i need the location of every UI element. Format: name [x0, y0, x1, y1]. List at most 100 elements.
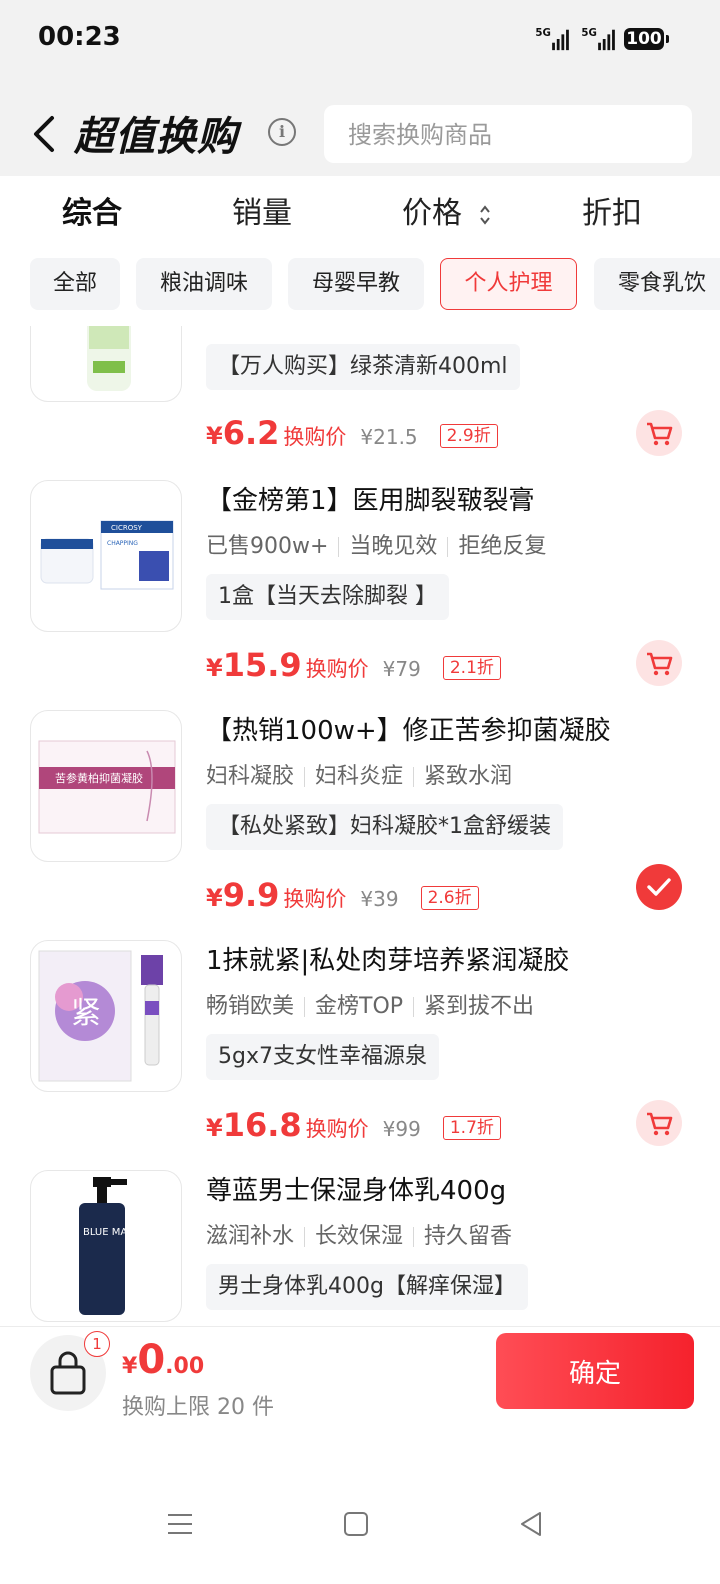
tag: 畅销欧美 [206, 994, 295, 1019]
system-nav-bar [0, 1430, 720, 1584]
tag: 拒绝反复 [458, 534, 547, 559]
tag-divider [413, 997, 415, 1017]
tag-divider [304, 767, 306, 787]
currency-symbol: ¥ [206, 422, 223, 450]
add-to-cart-button[interactable] [636, 640, 682, 686]
price-line: ¥6.2 换购价 ¥21.5 2.9折 [206, 414, 498, 454]
category-bar: 全部 粮油调味 母婴早教 个人护理 零食乳饮 [0, 248, 720, 326]
tag: 长效保湿 [315, 1224, 404, 1249]
price-line: ¥15.9 换购价 ¥79 2.1折 [206, 646, 501, 686]
product-tags: 妇科凝胶 妇科炎症 紧致水润 [206, 758, 512, 790]
cart-icon [647, 1112, 673, 1136]
page-header: 超值换购 i [0, 80, 720, 176]
exchange-price: 9.9 [222, 876, 280, 914]
sort-tab-price-label: 价格 [402, 196, 462, 231]
product-item[interactable]: 【万人购买】绿茶清新400ml ¥6.2 换购价 ¥21.5 2.9折 [0, 326, 720, 460]
confirm-button[interactable]: 确定 [496, 1333, 694, 1409]
price-line: ¥9.9 换购价 ¥39 2.6折 [206, 876, 479, 916]
total-decimal: .00 [165, 1354, 205, 1379]
tag: 已售900w+ [206, 534, 329, 559]
basket-count-badge: 1 [84, 1331, 110, 1357]
category-chip-personal-care[interactable]: 个人护理 [440, 258, 577, 310]
add-to-cart-button[interactable] [636, 1100, 682, 1146]
info-icon[interactable]: i [268, 118, 296, 146]
sort-arrows-icon [479, 204, 490, 225]
status-time: 00:23 [38, 22, 121, 52]
bottle-brand: BLUE MAN [83, 1227, 135, 1238]
product-spec: 男士身体乳400g【解痒保湿】 [206, 1264, 528, 1310]
cart-icon [647, 652, 673, 676]
original-price: ¥39 [360, 887, 399, 911]
tag-divider [338, 537, 340, 557]
price-label: 换购价 [283, 425, 347, 449]
exchange-price: 16.8 [222, 1106, 302, 1144]
signal-5g-icon: 5G [581, 28, 615, 51]
discount-badge: 2.6折 [420, 886, 479, 910]
battery-icon: 100 [624, 28, 669, 50]
tag: 当晚见效 [349, 534, 438, 559]
product-item[interactable]: CICROSY CHAPPING 【金榜第1】医用脚裂皲裂膏 已售900w+ 当晚… [0, 480, 720, 710]
currency-symbol: ¥ [206, 1114, 223, 1142]
category-chip-grain-oil[interactable]: 粮油调味 [136, 258, 272, 310]
menu-icon[interactable] [166, 1510, 194, 1538]
product-spec: 【万人购买】绿茶清新400ml [206, 344, 520, 390]
signal-5g-icon: 5G [535, 28, 569, 51]
search-box[interactable] [324, 105, 692, 165]
product-spec: 5gx7支女性幸福源泉 [206, 1034, 439, 1080]
product-tags: 畅销欧美 金榜TOP 紧到拔不出 [206, 988, 534, 1020]
category-chip-snacks[interactable]: 零食乳饮 [594, 258, 720, 310]
gel-box-image: 苦参黄柏抑菌凝胶 [38, 740, 176, 834]
product-list[interactable]: 【万人购买】绿茶清新400ml ¥6.2 换购价 ¥21.5 2.9折 CICROSY… [0, 326, 720, 1326]
original-price: ¥21.5 [360, 425, 418, 449]
price-label: 换购价 [305, 1117, 369, 1141]
product-name: 【热销100w+】修正苦参抑菌凝胶 [206, 716, 611, 746]
svg-text:5G: 5G [581, 28, 596, 39]
total-integer: 0 [137, 1337, 166, 1383]
back-triangle-icon[interactable] [518, 1510, 546, 1538]
tag: 紧致水润 [424, 764, 513, 789]
page-title: 超值换购 [74, 114, 238, 160]
green-tea-bottle-image [87, 326, 131, 391]
original-price: ¥79 [382, 657, 421, 681]
add-to-cart-button[interactable] [636, 410, 682, 456]
sort-tab-price[interactable]: 价格 [402, 188, 492, 232]
total-price: ¥0.00 [122, 1337, 204, 1383]
box-brand: CICROSY [111, 524, 143, 532]
tag-divider [447, 537, 449, 557]
product-item[interactable]: 苦参黄柏抑菌凝胶 【热销100w+】修正苦参抑菌凝胶 妇科凝胶 妇科炎症 紧致水润 … [0, 710, 720, 940]
product-name: 尊蓝男士保湿身体乳400g [206, 1176, 507, 1206]
currency-symbol: ¥ [122, 1354, 138, 1379]
discount-badge: 1.7折 [442, 1116, 501, 1140]
tag: 妇科凝胶 [206, 764, 295, 789]
selected-checkbox[interactable] [636, 864, 682, 910]
cart-icon [647, 422, 673, 446]
product-item[interactable]: 紧 1抹就紧|私处肉芽培养紧润凝胶 畅销欧美 金榜TOP 紧到拔不出 5gx7支女性… [0, 940, 720, 1170]
product-image [30, 326, 182, 402]
original-price: ¥99 [382, 1117, 421, 1141]
product-image: 紧 [30, 940, 182, 1092]
tag: 紧到拔不出 [424, 994, 535, 1019]
check-icon [647, 878, 671, 896]
product-tags: 已售900w+ 当晚见效 拒绝反复 [206, 528, 546, 560]
back-icon[interactable] [28, 110, 64, 158]
sort-tab-comprehensive[interactable]: 综合 [62, 188, 122, 232]
tag-divider [413, 767, 415, 787]
product-spec: 【私处紧致】妇科凝胶*1盒舒缓装 [206, 804, 563, 850]
exchange-price: 6.2 [222, 414, 280, 452]
tag-divider [304, 1227, 306, 1247]
product-item[interactable]: BLUE MAN 尊蓝男士保湿身体乳400g 滋润补水 长效保湿 持久留香 男士身体… [0, 1170, 720, 1326]
search-input[interactable] [346, 105, 680, 165]
currency-symbol: ¥ [206, 884, 223, 912]
body-lotion-image: BLUE MAN [79, 1177, 135, 1315]
sort-bar: 综合 销量 价格 折扣 [0, 176, 720, 248]
product-tags: 滋润补水 长效保湿 持久留香 [206, 1218, 512, 1250]
home-icon[interactable] [342, 1510, 370, 1538]
status-bar: 00:23 5G 5G 100 [0, 0, 720, 80]
product-spec: 1盒【当天去除脚裂 】 [206, 574, 449, 620]
box-title: 苦参黄柏抑菌凝胶 [55, 771, 143, 785]
category-chip-baby[interactable]: 母婴早教 [288, 258, 424, 310]
sort-tab-sales[interactable]: 销量 [232, 188, 292, 232]
currency-symbol: ¥ [206, 654, 223, 682]
category-chip-all[interactable]: 全部 [30, 258, 120, 310]
sort-tab-discount[interactable]: 折扣 [582, 188, 642, 232]
